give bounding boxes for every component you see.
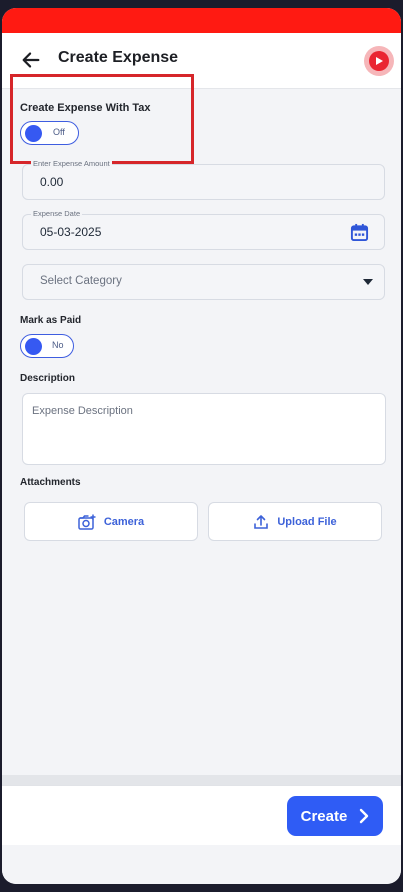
mark-paid-label: Mark as Paid xyxy=(20,315,82,326)
attachments-label: Attachments xyxy=(20,477,81,488)
app-screen: Create Expense Create Expense With Tax O… xyxy=(2,8,401,884)
upload-icon xyxy=(254,514,269,529)
toggle-knob xyxy=(25,337,42,355)
amount-field[interactable]: Enter Expense Amount 0.00 xyxy=(22,159,385,200)
description-label: Description xyxy=(20,373,76,384)
chevron-right-icon xyxy=(360,808,369,824)
expense-date-label: Expense Date xyxy=(31,209,83,218)
create-label: Create xyxy=(300,807,348,825)
calendar-icon[interactable] xyxy=(350,223,369,242)
status-bar xyxy=(2,8,401,33)
expense-date-value: 05-03-2025 xyxy=(40,225,102,239)
chevron-down-icon xyxy=(363,279,373,285)
category-placeholder: Select Category xyxy=(40,275,122,287)
amount-value: 0.00 xyxy=(40,175,64,189)
footer-bar: Create xyxy=(2,785,401,846)
footer-shadow xyxy=(2,775,401,785)
description-input[interactable]: Expense Description xyxy=(22,393,386,465)
camera-icon xyxy=(78,514,96,530)
description-placeholder: Expense Description xyxy=(32,405,133,417)
expense-date-field[interactable]: Expense Date 05-03-2025 xyxy=(22,209,385,250)
category-select[interactable]: Select Category xyxy=(22,264,385,300)
bottom-area xyxy=(2,845,401,884)
play-icon xyxy=(369,51,389,71)
page-title: Create Expense xyxy=(58,49,179,66)
upload-file-label: Upload File xyxy=(277,515,337,528)
create-button[interactable]: Create xyxy=(287,796,383,836)
upload-file-button[interactable]: Upload File xyxy=(208,502,382,541)
video-help-button[interactable] xyxy=(364,46,394,76)
back-arrow-icon[interactable] xyxy=(20,49,42,71)
mark-paid-toggle[interactable]: No xyxy=(20,334,74,358)
mark-paid-state: No xyxy=(52,339,64,350)
camera-label: Camera xyxy=(103,515,145,528)
amount-field-label: Enter Expense Amount xyxy=(31,159,112,168)
highlight-box xyxy=(10,74,194,164)
camera-button[interactable]: Camera xyxy=(24,502,198,541)
